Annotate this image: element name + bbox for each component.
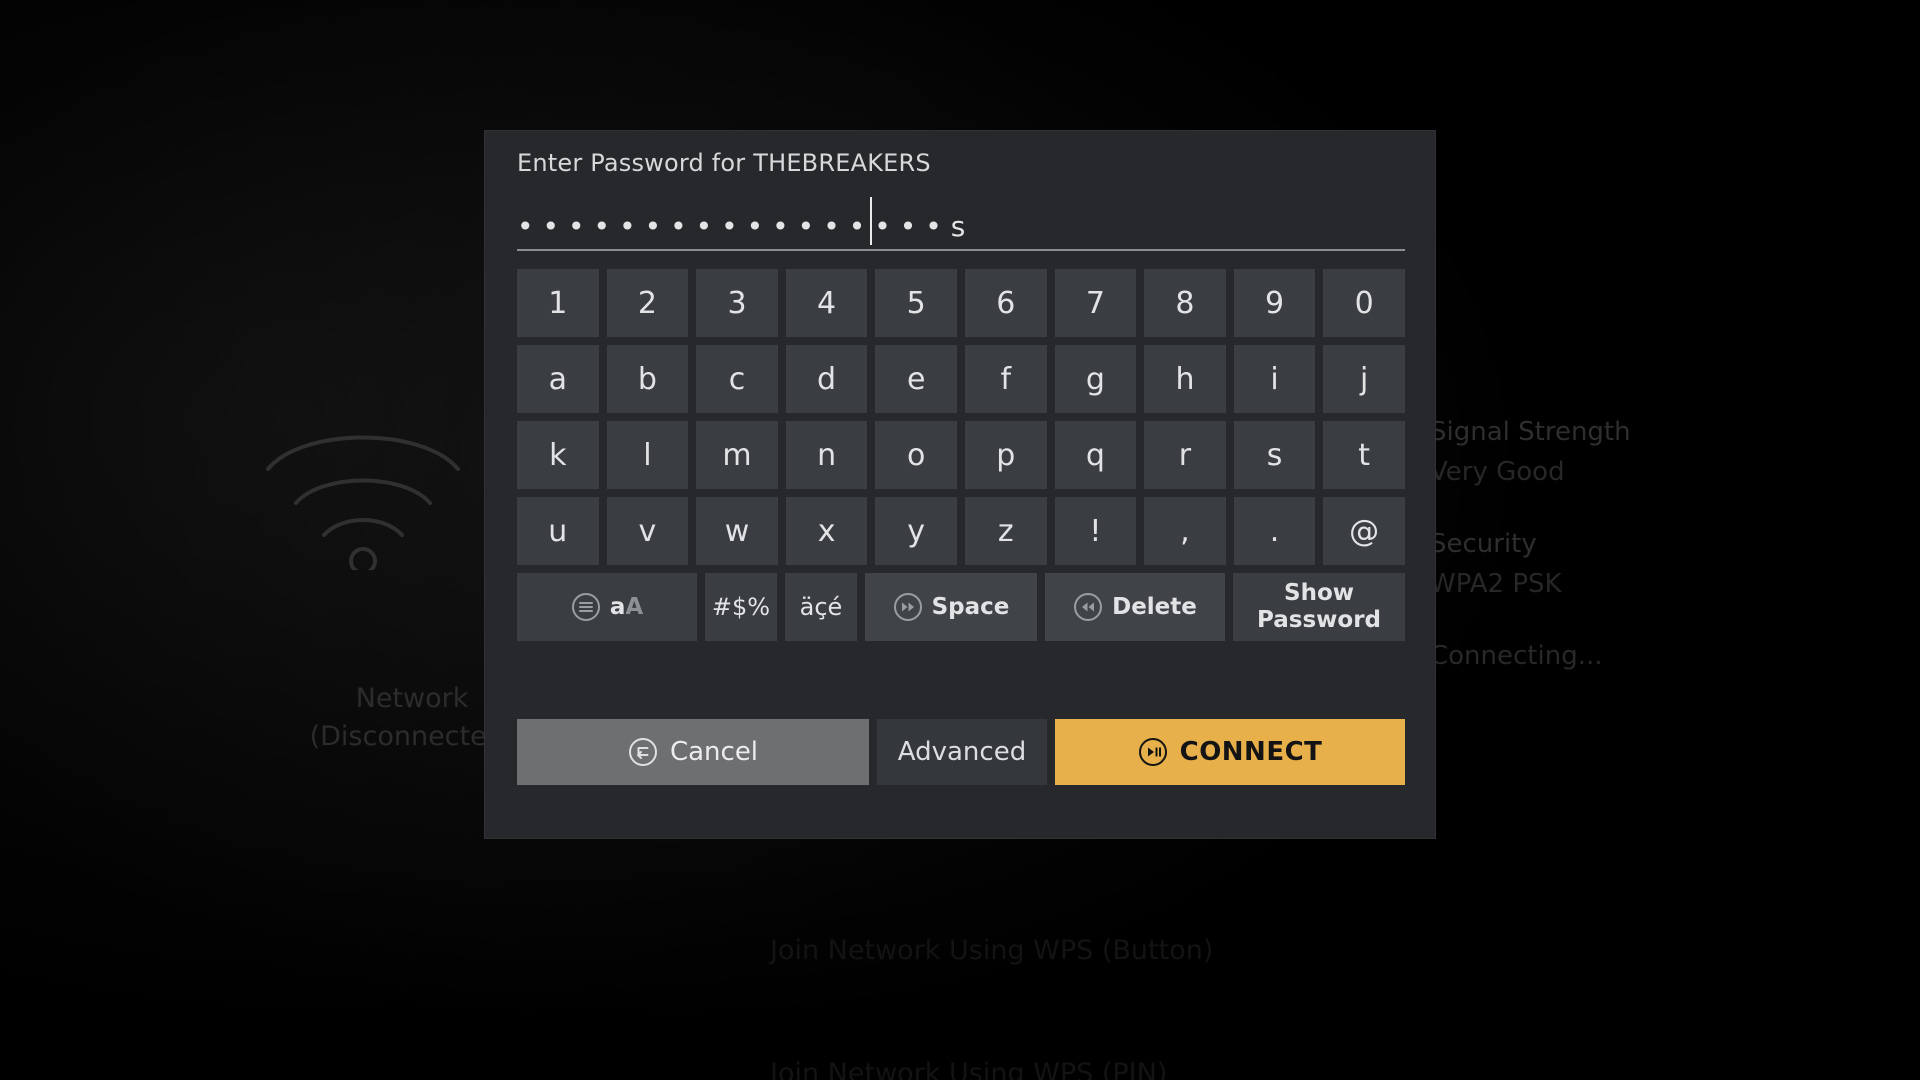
- rewind-circle-icon: [1073, 592, 1103, 622]
- key-1[interactable]: 1: [517, 269, 599, 337]
- key-delete-label: Delete: [1112, 594, 1197, 620]
- play-pause-circle-icon: [1138, 737, 1168, 767]
- key-3[interactable]: 3: [696, 269, 778, 337]
- key-5[interactable]: 5: [875, 269, 957, 337]
- key-9[interactable]: 9: [1233, 269, 1316, 337]
- key-y[interactable]: y: [875, 497, 957, 565]
- key-accents-label: äçé: [799, 593, 843, 621]
- key-comma[interactable]: ,: [1144, 497, 1226, 565]
- background-connection-status: Connecting...: [1430, 641, 1603, 671]
- key-show-password-line2: Password: [1257, 607, 1381, 633]
- text-caret: [870, 197, 872, 245]
- background-security-heading: Security: [1430, 529, 1537, 559]
- password-input[interactable]: •••••••••••••••••s: [517, 193, 1405, 251]
- key-0[interactable]: 0: [1323, 269, 1405, 337]
- dialog-action-bar: Cancel Advanced CONNECT: [517, 719, 1405, 785]
- key-show-password[interactable]: Show Password: [1233, 573, 1405, 641]
- back-circle-icon: [628, 737, 658, 767]
- key-e[interactable]: e: [875, 345, 957, 413]
- keyboard-row-k-t: k l m n o p q r s t: [517, 421, 1405, 489]
- key-space[interactable]: Space: [865, 573, 1037, 641]
- background-network-details: Signal Strength Very Good Security WPA2 …: [1430, 412, 1850, 676]
- key-q[interactable]: q: [1054, 421, 1137, 489]
- key-show-password-line1: Show: [1284, 580, 1354, 606]
- key-l[interactable]: l: [606, 421, 689, 489]
- key-case-upper: A: [625, 594, 644, 620]
- key-v[interactable]: v: [606, 497, 689, 565]
- key-n[interactable]: n: [785, 421, 868, 489]
- background-signal-strength-value: Very Good: [1430, 457, 1565, 487]
- key-p[interactable]: p: [964, 421, 1047, 489]
- background-security-value: WPA2 PSK: [1430, 569, 1562, 599]
- key-symbols-label: #$%: [711, 593, 771, 621]
- key-c[interactable]: c: [696, 345, 778, 413]
- key-i[interactable]: i: [1233, 345, 1316, 413]
- key-w[interactable]: w: [696, 497, 778, 565]
- key-case-lower: a: [609, 594, 626, 620]
- key-s[interactable]: s: [1233, 421, 1316, 489]
- advanced-button[interactable]: Advanced: [877, 719, 1047, 785]
- background-detail-signal-strength: Signal Strength Very Good: [1430, 412, 1850, 492]
- key-symbols[interactable]: #$%: [705, 573, 777, 641]
- key-o[interactable]: o: [875, 421, 957, 489]
- advanced-button-label: Advanced: [897, 737, 1027, 767]
- password-masked-value: •••••••••••••••••s: [517, 210, 975, 243]
- background-detail-security: Security WPA2 PSK: [1430, 524, 1850, 604]
- keyboard-row-a-j: a b c d e f g h i j: [517, 345, 1405, 413]
- background-signal-strength-heading: Signal Strength: [1430, 417, 1631, 447]
- key-accents[interactable]: äçé: [785, 573, 857, 641]
- key-m[interactable]: m: [696, 421, 778, 489]
- key-space-label: Space: [931, 594, 1010, 620]
- key-exclamation[interactable]: !: [1054, 497, 1137, 565]
- key-2[interactable]: 2: [606, 269, 689, 337]
- key-u[interactable]: u: [517, 497, 599, 565]
- cancel-button[interactable]: Cancel: [517, 719, 869, 785]
- key-toggle-case[interactable]: aA: [517, 573, 697, 641]
- key-6[interactable]: 6: [964, 269, 1047, 337]
- dialog-title: Enter Password for THEBREAKERS: [517, 149, 931, 177]
- key-g[interactable]: g: [1054, 345, 1137, 413]
- connect-button-label: CONNECT: [1179, 737, 1323, 767]
- key-t[interactable]: t: [1323, 421, 1405, 489]
- background-wps-button-option: Join Network Using WPS (Button): [770, 935, 1214, 966]
- on-screen-keyboard: 1 2 3 4 5 6 7 8 9 0 a b c d e f g h i j …: [517, 269, 1405, 649]
- key-x[interactable]: x: [785, 497, 868, 565]
- key-delete[interactable]: Delete: [1045, 573, 1225, 641]
- wifi-icon: [258, 405, 468, 570]
- key-show-password-label: Show Password: [1257, 580, 1381, 634]
- key-r[interactable]: r: [1144, 421, 1226, 489]
- keyboard-function-row: aA #$% äçé Space Delete Show Password: [517, 573, 1405, 641]
- key-a[interactable]: a: [517, 345, 599, 413]
- key-case-label: aA: [610, 594, 643, 620]
- key-d[interactable]: d: [785, 345, 868, 413]
- key-8[interactable]: 8: [1144, 269, 1226, 337]
- screen: Network (Disconnected) Signal Strength V…: [0, 0, 1920, 1080]
- key-k[interactable]: k: [517, 421, 599, 489]
- key-4[interactable]: 4: [785, 269, 868, 337]
- key-period[interactable]: .: [1233, 497, 1316, 565]
- password-dialog: Enter Password for THEBREAKERS •••••••••…: [485, 131, 1435, 838]
- keyboard-row-u-z-punct: u v w x y z ! , . @: [517, 497, 1405, 565]
- key-at-sign[interactable]: @: [1323, 497, 1405, 565]
- connect-button[interactable]: CONNECT: [1055, 719, 1405, 785]
- cancel-button-label: Cancel: [669, 737, 759, 767]
- background-wps-pin-option: Join Network Using WPS (PIN): [770, 1058, 1168, 1080]
- key-h[interactable]: h: [1144, 345, 1226, 413]
- keyboard-row-digits: 1 2 3 4 5 6 7 8 9 0: [517, 269, 1405, 337]
- fast-forward-circle-icon: [893, 592, 923, 622]
- key-f[interactable]: f: [964, 345, 1047, 413]
- key-z[interactable]: z: [964, 497, 1047, 565]
- key-b[interactable]: b: [606, 345, 689, 413]
- key-j[interactable]: j: [1323, 345, 1405, 413]
- menu-circle-icon: [571, 592, 601, 622]
- key-7[interactable]: 7: [1054, 269, 1137, 337]
